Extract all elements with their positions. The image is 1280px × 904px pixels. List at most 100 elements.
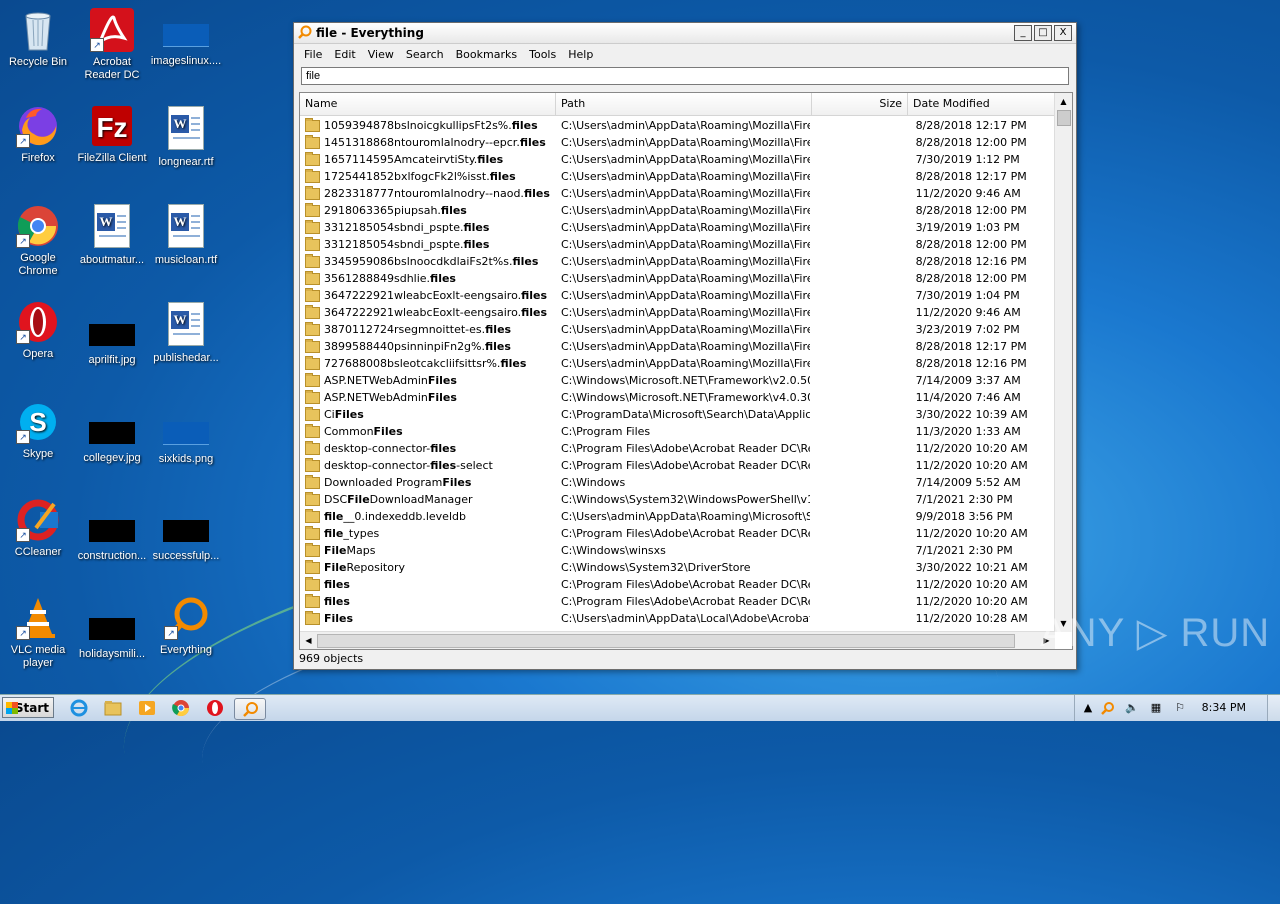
taskbar-media-player-icon[interactable] <box>136 698 158 718</box>
name-match-highlight: files <box>440 204 467 217</box>
horizontal-scroll-thumb[interactable] <box>317 634 1015 648</box>
search-input[interactable] <box>301 67 1069 85</box>
result-row[interactable]: 3870112724rsegmnoittet-es. files C:\Users\… <box>300 321 1055 338</box>
result-row[interactable]: 3647222921wleabcEoxlt-eengsairo. files C:\… <box>300 287 1055 304</box>
desktop-icon-successfulp[interactable]: successfulp... <box>148 508 224 563</box>
result-row[interactable]: 1059394878bslnoicgkullipsFt2s%. files C:\U… <box>300 117 1055 134</box>
result-row[interactable]: files C:\Program Files\Adobe\Acrobat Read… <box>300 576 1055 593</box>
result-row[interactable]: 3561288849sdhlie. files C:\Users\admin\App… <box>300 270 1055 287</box>
scroll-up-arrow-icon[interactable]: ▲ <box>1055 93 1072 110</box>
scroll-left-arrow-icon[interactable]: ◀ <box>300 632 317 649</box>
result-row[interactable]: Ci Files C:\ProgramData\Microsoft\Search\D… <box>300 406 1055 423</box>
result-row[interactable]: Files C:\Users\admin\AppData\Local\Adobe\… <box>300 610 1055 627</box>
taskbar-opera-icon[interactable] <box>204 698 226 718</box>
desktop-icon-longnear[interactable]: W longnear.rtf <box>148 106 224 169</box>
desktop-icon-imageslinux[interactable]: imageslinux.... <box>148 20 224 68</box>
window-titlebar[interactable]: file - Everything _ □ X <box>294 23 1076 44</box>
show-desktop-button[interactable] <box>1267 695 1280 721</box>
result-date-modified: 11/2/2020 9:46 AM <box>915 306 1021 319</box>
result-path: C:\Users\admin\AppData\Roaming\Mozilla\F… <box>560 323 810 336</box>
tray-volume-icon[interactable]: 🔈 <box>1125 701 1139 715</box>
column-header-name[interactable]: Name <box>300 93 556 115</box>
taskbar-explorer-folder-icon[interactable] <box>102 698 124 718</box>
result-row[interactable]: 3312185054sbndi_pspte. files C:\Users\admi… <box>300 219 1055 236</box>
result-path: C:\Windows\System32\DriverStore <box>560 561 751 574</box>
desktop-icon-acrobat[interactable]: ↗ Acrobat Reader DC <box>74 8 150 82</box>
desktop-icon-construction[interactable]: construction... <box>74 508 150 563</box>
scroll-thumb[interactable] <box>1057 110 1071 126</box>
desktop-icon-holidaysmili[interactable]: holidaysmili... <box>74 606 150 661</box>
desktop-icon-recycle-bin[interactable]: Recycle Bin <box>0 8 76 69</box>
desktop-icon-skype[interactable]: S ↗ Skype <box>0 400 76 461</box>
tray-network-icon[interactable]: ▦ <box>1149 701 1163 715</box>
menu-item-file[interactable]: File <box>298 48 328 61</box>
result-row[interactable]: File Maps C:\Windows\winsxs 7/1/2021 2:30 P… <box>300 542 1055 559</box>
desktop-icon-sixkids[interactable]: sixkids.png <box>148 410 224 466</box>
column-header-date-modified[interactable]: Date Modified <box>908 93 1058 115</box>
desktop-icon-opera[interactable]: ↗ Opera <box>0 300 76 361</box>
tray-expand-arrow-icon[interactable]: ▲ <box>1081 701 1095 715</box>
desktop-icon-musicloan[interactable]: W musicloan.rtf <box>148 204 224 267</box>
taskbar-ie-icon[interactable] <box>68 698 90 718</box>
vertical-scrollbar[interactable]: ▲ ▼ <box>1054 93 1072 632</box>
result-name: 3870112724rsegmnoittet-es. files <box>300 321 555 338</box>
desktop-icon-collegev[interactable]: collegev.jpg <box>74 410 150 465</box>
desktop-icon-aboutmatur[interactable]: W aboutmatur... <box>74 204 150 267</box>
tray-action-center-flag-icon[interactable]: ⚐ <box>1173 701 1187 715</box>
start-button[interactable]: Start <box>2 697 54 718</box>
desktop-icon-everything[interactable]: ↗ Everything <box>148 596 224 657</box>
result-row[interactable]: 2918063365piupsah. files C:\Users\admin\Ap… <box>300 202 1055 219</box>
maximize-button[interactable]: □ <box>1034 25 1052 41</box>
result-row[interactable]: 1725441852bxlfogcFk2l%isst. files C:\Users… <box>300 168 1055 185</box>
result-row[interactable]: Common Files C:\Program Files 11/3/2020 1:… <box>300 423 1055 440</box>
result-row[interactable]: file __0.indexeddb.leveldb C:\Users\admin\… <box>300 508 1055 525</box>
result-row[interactable]: files C:\Program Files\Adobe\Acrobat Read… <box>300 593 1055 610</box>
result-row[interactable]: File Repository C:\Windows\System32\Driver… <box>300 559 1055 576</box>
desktop-icon-vlc[interactable]: ↗ VLC media player <box>0 596 76 670</box>
result-date-modified: 11/2/2020 10:20 AM <box>915 578 1028 591</box>
menu-item-search[interactable]: Search <box>400 48 450 61</box>
results-list[interactable]: Name Path Size Date Modified 1059394878b… <box>299 92 1073 650</box>
desktop-icon-filezilla[interactable]: Fz FileZilla Client <box>74 104 150 165</box>
menu-item-bookmarks[interactable]: Bookmarks <box>450 48 523 61</box>
taskbar-clock[interactable]: 8:34 PM <box>1202 701 1246 714</box>
result-row[interactable]: file _types C:\Program Files\Adobe\Acrobat… <box>300 525 1055 542</box>
menu-item-edit[interactable]: Edit <box>328 48 361 61</box>
taskbar-chrome-icon[interactable] <box>170 698 192 718</box>
taskbar-everything-icon[interactable] <box>234 698 266 720</box>
result-row[interactable]: 3899588440psinninpiFn2g%. files C:\Users\a… <box>300 338 1055 355</box>
result-row[interactable]: 3647222921wleabcEoxlt-eengsairo. files C:\… <box>300 304 1055 321</box>
result-row[interactable]: 1657114595AmcateirvtiSty. files C:\Users\a… <box>300 151 1055 168</box>
menu-item-help[interactable]: Help <box>562 48 599 61</box>
desktop-icon-aprilfit[interactable]: aprilfit.jpg <box>74 312 150 367</box>
result-row[interactable]: ASP.NETWebAdmin Files C:\Windows\Microsoft… <box>300 389 1055 406</box>
menu-item-tools[interactable]: Tools <box>523 48 562 61</box>
desktop-icon-ccleaner[interactable]: ↗ CCleaner <box>0 498 76 559</box>
column-header-path[interactable]: Path <box>556 93 812 115</box>
folder-icon <box>305 253 320 268</box>
close-button[interactable]: X <box>1054 25 1072 41</box>
result-row[interactable]: DSC File DownloadManager C:\Windows\System3… <box>300 491 1055 508</box>
result-row[interactable]: ASP.NETWebAdmin Files C:\Windows\Microsoft… <box>300 372 1055 389</box>
result-row[interactable]: Downloaded Program Files C:\Windows 7/14/2… <box>300 474 1055 491</box>
result-row[interactable]: 1451318868ntouromlalnodry--epcr. files C:\… <box>300 134 1055 151</box>
menu-item-view[interactable]: View <box>362 48 400 61</box>
folder-icon <box>305 134 320 149</box>
desktop-icon-firefox[interactable]: ↗ Firefox <box>0 104 76 165</box>
desktop-icon-google-chrome[interactable]: ↗ Google Chrome <box>0 204 76 278</box>
desktop-icon-label: Acrobat Reader DC <box>84 56 140 81</box>
result-row[interactable]: 3345959086bslnoocdkdlaiFs2t%s. files C:\Us… <box>300 253 1055 270</box>
horizontal-scrollbar[interactable]: ◀ ▶ <box>300 631 1055 649</box>
result-row[interactable]: 727688008bsleotcakcliifsittsr%. files C:\U… <box>300 355 1055 372</box>
start-label: Start <box>14 701 49 715</box>
everything-window[interactable]: file - Everything _ □ X File Edit View Sear… <box>293 22 1077 670</box>
result-row[interactable]: 2823318777ntouromlalnodry--naod. files C:\… <box>300 185 1055 202</box>
result-date-modified: 3/19/2019 1:03 PM <box>915 221 1020 234</box>
result-row[interactable]: 3312185054sbndi_pspte. files C:\Users\admi… <box>300 236 1055 253</box>
result-row[interactable]: desktop-connector-files C:\Program Files\… <box>300 440 1055 457</box>
result-row[interactable]: desktop-connector-files -select C:\Program… <box>300 457 1055 474</box>
minimize-button[interactable]: _ <box>1014 25 1032 41</box>
column-header-size[interactable]: Size <box>812 93 908 115</box>
tray-everything-icon[interactable] <box>1101 701 1115 715</box>
desktop-icon-publishedar[interactable]: W publishedar... <box>148 302 224 365</box>
